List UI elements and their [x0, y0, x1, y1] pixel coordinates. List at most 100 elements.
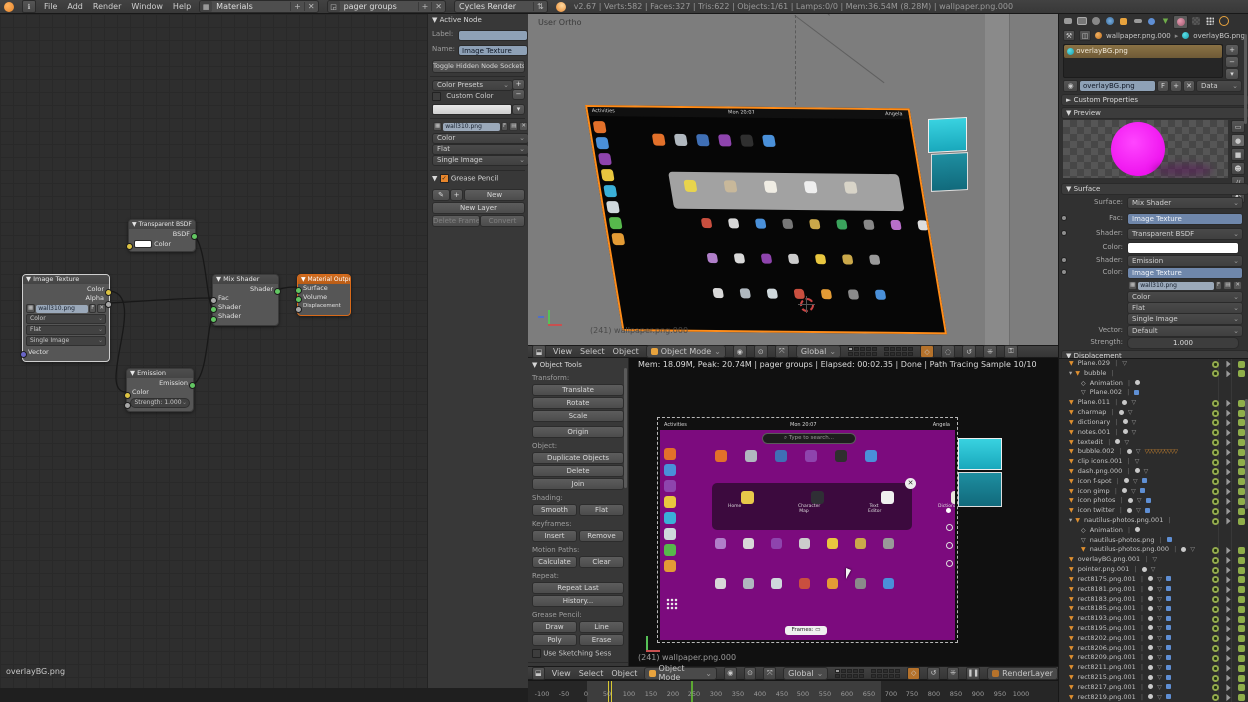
new-layer-button[interactable]: New Layer	[432, 202, 525, 214]
eye-icon[interactable]	[1212, 508, 1219, 515]
outliner-row[interactable]: ▾ ▼ rect8185.png.001 | ▽	[1059, 604, 1248, 614]
selectable-icon[interactable]	[1225, 547, 1232, 554]
node-header[interactable]: ▼ Mix Shader	[213, 275, 278, 284]
outliner-row[interactable]: ▾ ▼ icon gimp | ▽	[1059, 487, 1248, 497]
selectable-icon[interactable]	[1225, 635, 1232, 642]
eye-icon[interactable]	[1212, 429, 1219, 436]
editor-type-icon[interactable]: ⬓	[532, 667, 545, 680]
renderable-icon[interactable]	[1238, 547, 1245, 554]
tab-material-icon[interactable]	[1173, 15, 1188, 29]
socket-vector-in[interactable]	[20, 351, 27, 358]
pencil-icon[interactable]: ✎	[432, 189, 450, 201]
tab-physics-icon[interactable]	[1217, 15, 1230, 27]
timeline[interactable]: -100-50050100150200250300350400450500550…	[528, 680, 1058, 702]
outliner-item-label[interactable]: pointer.png.001	[1078, 565, 1130, 573]
color-space-dropdown[interactable]: Color	[432, 133, 529, 144]
outliner-row[interactable]: ▾ ◇ Animation | ▽	[1059, 379, 1248, 389]
add-material-button[interactable]: +	[1170, 80, 1182, 92]
surface-dropdown[interactable]: Mix Shader	[1127, 197, 1243, 209]
custom-properties-panel[interactable]: ► Custom Properties	[1061, 94, 1248, 106]
outliner-item-label[interactable]: rect8211.png.001	[1078, 663, 1136, 671]
outliner-item-label[interactable]: rect8219.png.001	[1078, 693, 1136, 701]
fac-input[interactable]: Image Texture	[1127, 213, 1243, 225]
scene-selector[interactable]: ◲ pager groups + ✕	[327, 0, 446, 13]
add-pencil-button[interactable]: +	[450, 189, 463, 201]
outliner-row[interactable]: ▾ ▼ nautilus-photos.png.001 | ▽	[1059, 516, 1248, 526]
renderable-icon[interactable]	[1238, 370, 1245, 377]
repeat-last-button[interactable]: Repeat Last	[532, 582, 624, 594]
shader2-dropdown[interactable]: Emission	[1127, 255, 1243, 267]
gp-erase-button[interactable]: Erase	[579, 634, 624, 646]
node-image-texture[interactable]: ▼ Image Texture Color Alpha ▦ wall310.pn…	[22, 274, 110, 362]
proportional-edit-icon[interactable]: ↺	[962, 345, 976, 358]
color-space-dropdown[interactable]: Color	[26, 314, 106, 324]
tab-world-icon[interactable]	[1103, 15, 1116, 27]
socket-color-in[interactable]	[126, 243, 133, 250]
manipulator-icon[interactable]: ⤧	[763, 667, 776, 680]
eye-icon[interactable]	[1212, 635, 1219, 642]
outliner-item-label[interactable]: rect8175.png.001	[1078, 575, 1136, 583]
renderable-icon[interactable]	[1238, 459, 1245, 466]
color-swatch[interactable]	[134, 240, 152, 248]
eye-icon[interactable]	[1212, 576, 1219, 583]
outliner-item-label[interactable]: textedit	[1078, 438, 1103, 446]
add-slot-button[interactable]: +	[1225, 44, 1239, 56]
outliner-row[interactable]: ▾ ▼ Plane.011 | ▽	[1059, 398, 1248, 408]
renderable-icon[interactable]	[1238, 361, 1245, 368]
renderable-icon[interactable]	[1238, 684, 1245, 691]
color2-input[interactable]: Image Texture	[1127, 267, 1243, 279]
outliner-item-label[interactable]: bubble.002	[1078, 447, 1115, 455]
socket-displacement-in[interactable]	[295, 306, 302, 313]
close-icon[interactable]: ✕	[1233, 281, 1242, 290]
socket-bsdf-out[interactable]	[191, 233, 198, 240]
selectable-icon[interactable]	[1225, 576, 1232, 583]
renderable-icon[interactable]	[1238, 645, 1245, 652]
selectable-icon[interactable]	[1225, 567, 1232, 574]
node-header[interactable]: ▼ Emission	[127, 369, 193, 378]
outliner-row[interactable]: ▾ ▼ rect8215.png.001 | ▽	[1059, 673, 1248, 683]
layers-grid[interactable]	[848, 347, 877, 356]
outliner-item-label[interactable]: Plane.011	[1078, 398, 1110, 406]
outliner-row[interactable]: ▾ ▼ rect8175.png.001 | ▽	[1059, 575, 1248, 585]
proportional-edit-icon[interactable]: ↺	[927, 667, 940, 680]
join-button[interactable]: Join	[532, 478, 624, 490]
outliner-item-label[interactable]: rect8183.png.001	[1078, 595, 1136, 603]
snap-magnet-icon[interactable]: ◇	[920, 345, 934, 358]
renderable-icon[interactable]	[1238, 508, 1245, 515]
outliner-row[interactable]: ▾ ▼ dash.png.000 | ▽	[1059, 467, 1248, 477]
outliner-item-label[interactable]: Animation	[1090, 379, 1123, 387]
fake-user-button[interactable]: F	[1157, 80, 1169, 92]
panel-header[interactable]: ▼ Object Tools	[528, 358, 628, 371]
outliner-item-label[interactable]: rect8195.png.001	[1078, 624, 1136, 632]
selectable-icon[interactable]	[1225, 675, 1232, 682]
node-material-output[interactable]: ▼ Material Output Surface Volume Displac…	[297, 274, 351, 316]
eye-icon[interactable]	[1212, 596, 1219, 603]
menu-item[interactable]: File	[44, 2, 57, 11]
data-dropdown[interactable]: Data	[1196, 80, 1242, 92]
color-input-row[interactable]: Color	[129, 239, 195, 249]
menu-item[interactable]: Select	[579, 669, 604, 678]
outliner-row[interactable]: ▾ ▼ overlayBG.png.001 | ▽	[1059, 555, 1248, 565]
selectable-icon[interactable]	[1225, 361, 1232, 368]
preview-sphere-button[interactable]: ●	[1231, 134, 1245, 147]
outliner-row[interactable]: ▾ ▼ clip icons.001 | ▽	[1059, 457, 1248, 467]
menu-item[interactable]: View	[552, 669, 571, 678]
selectable-icon[interactable]	[1225, 498, 1232, 505]
outliner-row[interactable]: ▾ ▼ icon photos | ▽	[1059, 496, 1248, 506]
tool-icon[interactable]: ⚒	[1063, 30, 1075, 41]
strength-slider[interactable]: Strength: 1.000	[130, 398, 190, 408]
editor-type-icon[interactable]: ⬓	[532, 345, 546, 358]
socket-color-out[interactable]	[105, 289, 112, 296]
eye-icon[interactable]	[1212, 655, 1219, 662]
tab-data-icon[interactable]: ▼	[1159, 15, 1172, 27]
eye-icon[interactable]	[1212, 567, 1219, 574]
manipulator-icon[interactable]: ⤧	[775, 345, 789, 358]
origin-button[interactable]: Origin	[532, 426, 624, 438]
strength-slider[interactable]: 1.000	[1127, 337, 1239, 349]
outliner-item-label[interactable]: dictionary	[1078, 418, 1110, 426]
menu-item[interactable]: Window	[131, 2, 163, 11]
node-mix-shader[interactable]: ▼ Mix Shader Shader Fac Shader Shader	[212, 274, 279, 326]
eye-icon[interactable]	[1212, 478, 1219, 485]
render-ops-icon[interactable]: ⁜	[947, 667, 960, 680]
material-slot-active[interactable]: overlayBG.png	[1064, 45, 1222, 58]
